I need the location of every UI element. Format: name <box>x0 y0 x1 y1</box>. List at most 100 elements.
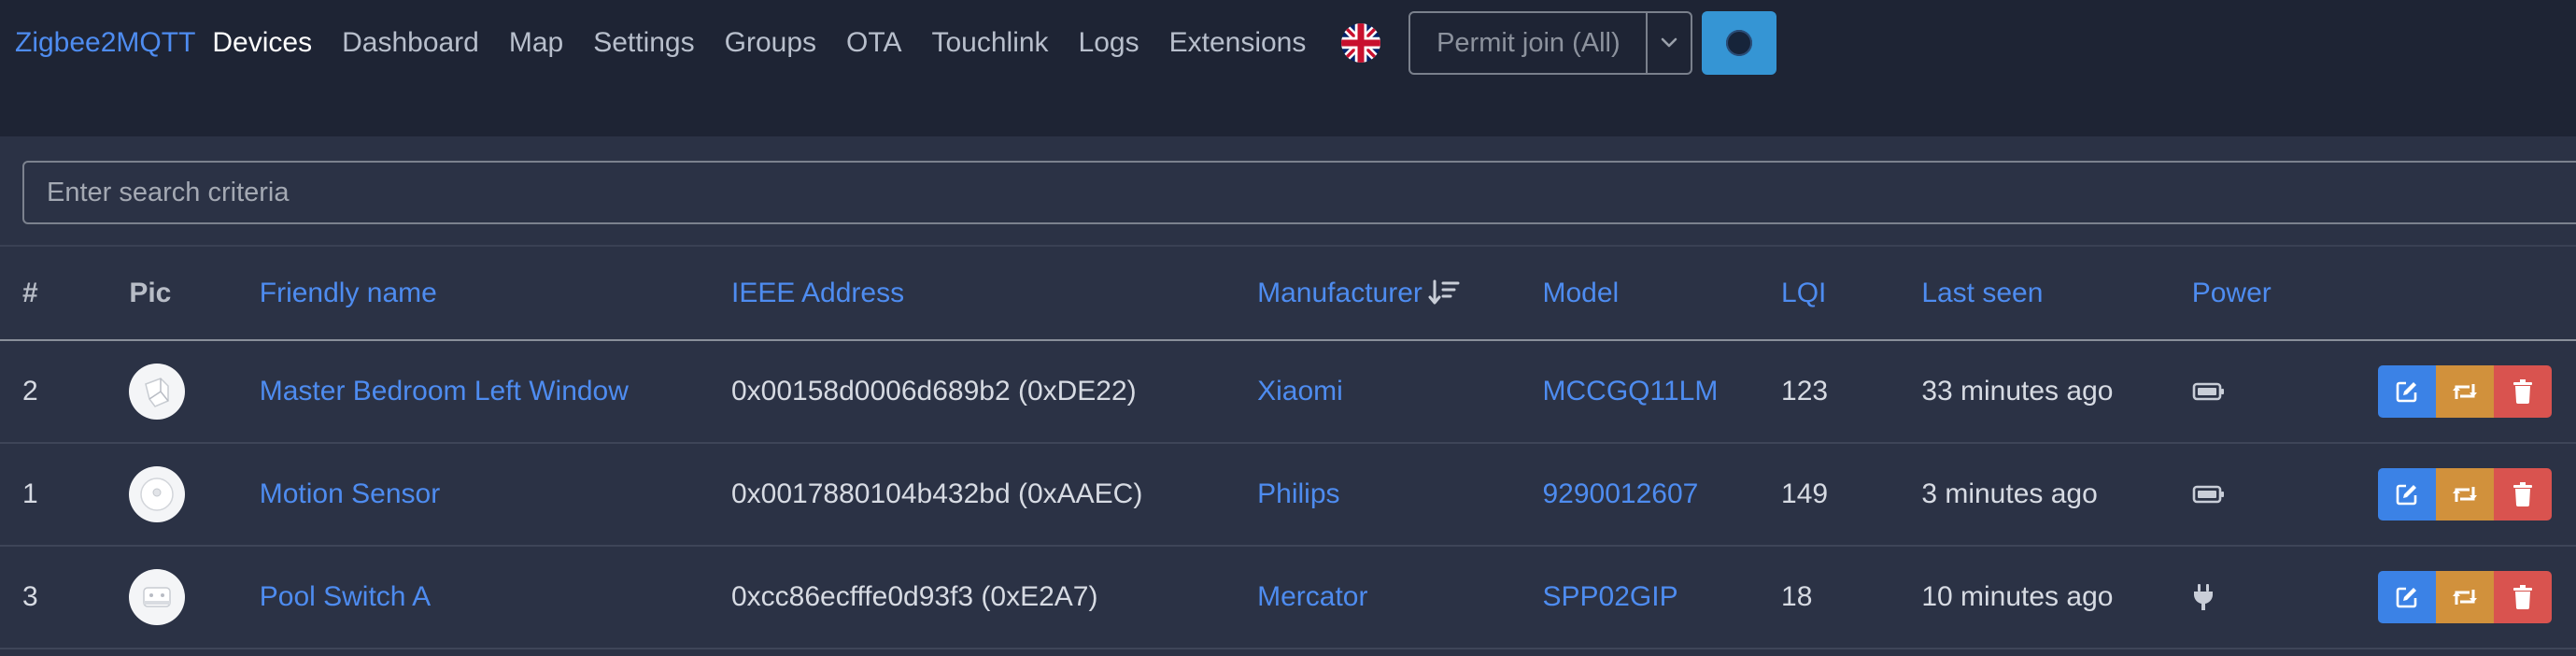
trash-icon <box>2513 482 2532 506</box>
uk-flag-icon[interactable] <box>1341 23 1381 63</box>
header-manufacturer-label: Manufacturer <box>1257 277 1422 308</box>
theme-toggle-button[interactable] <box>1702 11 1777 75</box>
edit-icon <box>2396 484 2417 506</box>
device-actions <box>2378 365 2576 418</box>
row-power <box>2192 546 2378 649</box>
edit-icon <box>2396 381 2417 403</box>
row-index: 1 <box>22 478 38 509</box>
plug-icon <box>2193 584 2213 610</box>
header-friendly-name[interactable]: Friendly name <box>259 247 731 341</box>
row-lqi: 149 <box>1781 478 1829 509</box>
row-manufacturer[interactable]: Xiaomi <box>1257 340 1542 443</box>
header-manufacturer[interactable]: Manufacturer <box>1257 247 1543 341</box>
permit-join-button[interactable]: Permit join (All) <box>1410 13 1649 73</box>
device-actions <box>2378 468 2576 521</box>
row-lqi: 123 <box>1781 376 1829 406</box>
manufacturer-link[interactable]: Philips <box>1257 478 1339 509</box>
row-pic-cell <box>129 340 259 443</box>
rename-device-button[interactable] <box>2436 365 2494 418</box>
row-power <box>2192 443 2378 546</box>
brand-link[interactable]: Zigbee2MQTT <box>15 27 195 59</box>
manufacturer-link[interactable]: Mercator <box>1257 581 1367 612</box>
row-friendly-name[interactable]: Motion Sensor <box>260 443 731 546</box>
row-model[interactable]: 9290012607 <box>1543 443 1782 546</box>
remove-device-button[interactable] <box>2494 571 2552 623</box>
row-last-seen: 33 minutes ago <box>1921 376 2114 406</box>
table-row: 3 Pool Switch A 0xcc86ecfffe0d93f3 (0xE2… <box>0 546 2576 649</box>
header-ieee-address[interactable]: IEEE Address <box>730 247 1258 341</box>
nav-link-extensions[interactable]: Extensions <box>1169 27 1307 59</box>
nav-link-logs[interactable]: Logs <box>1079 27 1139 59</box>
devices-table: # Pic Friendly name IEEE Address Manufac… <box>0 247 2576 649</box>
manufacturer-link[interactable]: Xiaomi <box>1257 376 1343 406</box>
table-row: 1 Motion Sensor 0x0017880104b432bd (0xAA… <box>0 443 2576 546</box>
nav-link-groups[interactable]: Groups <box>725 27 816 59</box>
nav-link-ota[interactable]: OTA <box>846 27 901 59</box>
top-navbar: Zigbee2MQTT Devices Dashboard Map Settin… <box>0 0 2576 136</box>
rename-device-button[interactable] <box>2436 571 2494 623</box>
edit-device-button[interactable] <box>2378 571 2436 623</box>
row-actions <box>2378 546 2576 649</box>
row-last-seen: 10 minutes ago <box>1921 581 2114 612</box>
remove-device-button[interactable] <box>2494 468 2552 521</box>
trash-icon <box>2513 585 2532 609</box>
retweet-icon <box>2453 487 2477 502</box>
battery-icon <box>2192 485 2224 504</box>
device-name-link[interactable]: Master Bedroom Left Window <box>260 376 629 406</box>
retweet-icon <box>2453 590 2477 605</box>
row-lqi: 18 <box>1781 581 1813 612</box>
chevron-down-icon <box>1662 37 1677 48</box>
remove-device-button[interactable] <box>2494 365 2552 418</box>
header-power[interactable]: Power <box>2191 247 2378 341</box>
row-ieee-address: 0x00158d0006d689b2 (0xDE22) <box>730 376 1137 406</box>
device-image <box>129 569 186 625</box>
row-manufacturer[interactable]: Philips <box>1257 443 1542 546</box>
permit-join-group: Permit join (All) <box>1408 11 1693 75</box>
row-actions <box>2378 340 2576 443</box>
model-link[interactable]: 9290012607 <box>1543 478 1699 509</box>
nav-bar-items: Zigbee2MQTT Devices Dashboard Map Settin… <box>15 0 1777 86</box>
table-header-row: # Pic Friendly name IEEE Address Manufac… <box>0 247 2576 341</box>
table-row: 2 Master Bedroom Left Window 0x00158d000… <box>0 340 2576 443</box>
row-ieee-address: 0x0017880104b432bd (0xAAEC) <box>730 478 1143 509</box>
row-friendly-name[interactable]: Pool Switch A <box>260 546 731 649</box>
header-pic: Pic <box>129 247 260 341</box>
edit-device-button[interactable] <box>2378 365 2436 418</box>
row-pic-cell <box>129 546 259 649</box>
header-index: # <box>0 247 130 341</box>
nav-link-dashboard[interactable]: Dashboard <box>342 27 479 59</box>
nav-link-map[interactable]: Map <box>509 27 563 59</box>
retweet-icon <box>2453 384 2477 399</box>
header-actions <box>2377 247 2576 341</box>
row-model[interactable]: MCCGQ11LM <box>1543 340 1782 443</box>
row-pic-cell <box>129 443 259 546</box>
header-lqi[interactable]: LQI <box>1781 247 1922 341</box>
row-friendly-name[interactable]: Master Bedroom Left Window <box>260 340 731 443</box>
device-actions <box>2378 571 2576 623</box>
nav-link-touchlink[interactable]: Touchlink <box>931 27 1048 59</box>
edit-icon <box>2396 587 2417 608</box>
row-index: 3 <box>22 581 38 612</box>
row-manufacturer[interactable]: Mercator <box>1257 546 1542 649</box>
header-last-seen[interactable]: Last seen <box>1921 247 2192 341</box>
device-name-link[interactable]: Motion Sensor <box>260 478 440 509</box>
device-image <box>129 364 186 420</box>
permit-join-dropdown-toggle[interactable] <box>1648 13 1691 73</box>
header-model[interactable]: Model <box>1542 247 1782 341</box>
row-power <box>2192 340 2378 443</box>
nav-link-settings[interactable]: Settings <box>593 27 694 59</box>
edit-device-button[interactable] <box>2378 468 2436 521</box>
trash-icon <box>2513 379 2532 404</box>
row-index: 2 <box>22 376 38 406</box>
search-input[interactable] <box>22 161 2576 224</box>
device-name-link[interactable]: Pool Switch A <box>260 581 431 612</box>
theme-toggle-icon <box>1726 30 1753 56</box>
battery-icon <box>2192 382 2224 401</box>
model-link[interactable]: SPP02GIP <box>1543 581 1678 612</box>
nav-link-devices[interactable]: Devices <box>212 27 312 59</box>
model-link[interactable]: MCCGQ11LM <box>1543 376 1719 406</box>
rename-device-button[interactable] <box>2436 468 2494 521</box>
device-image <box>129 466 186 522</box>
sort-descending-icon <box>1428 279 1460 304</box>
row-model[interactable]: SPP02GIP <box>1543 546 1782 649</box>
